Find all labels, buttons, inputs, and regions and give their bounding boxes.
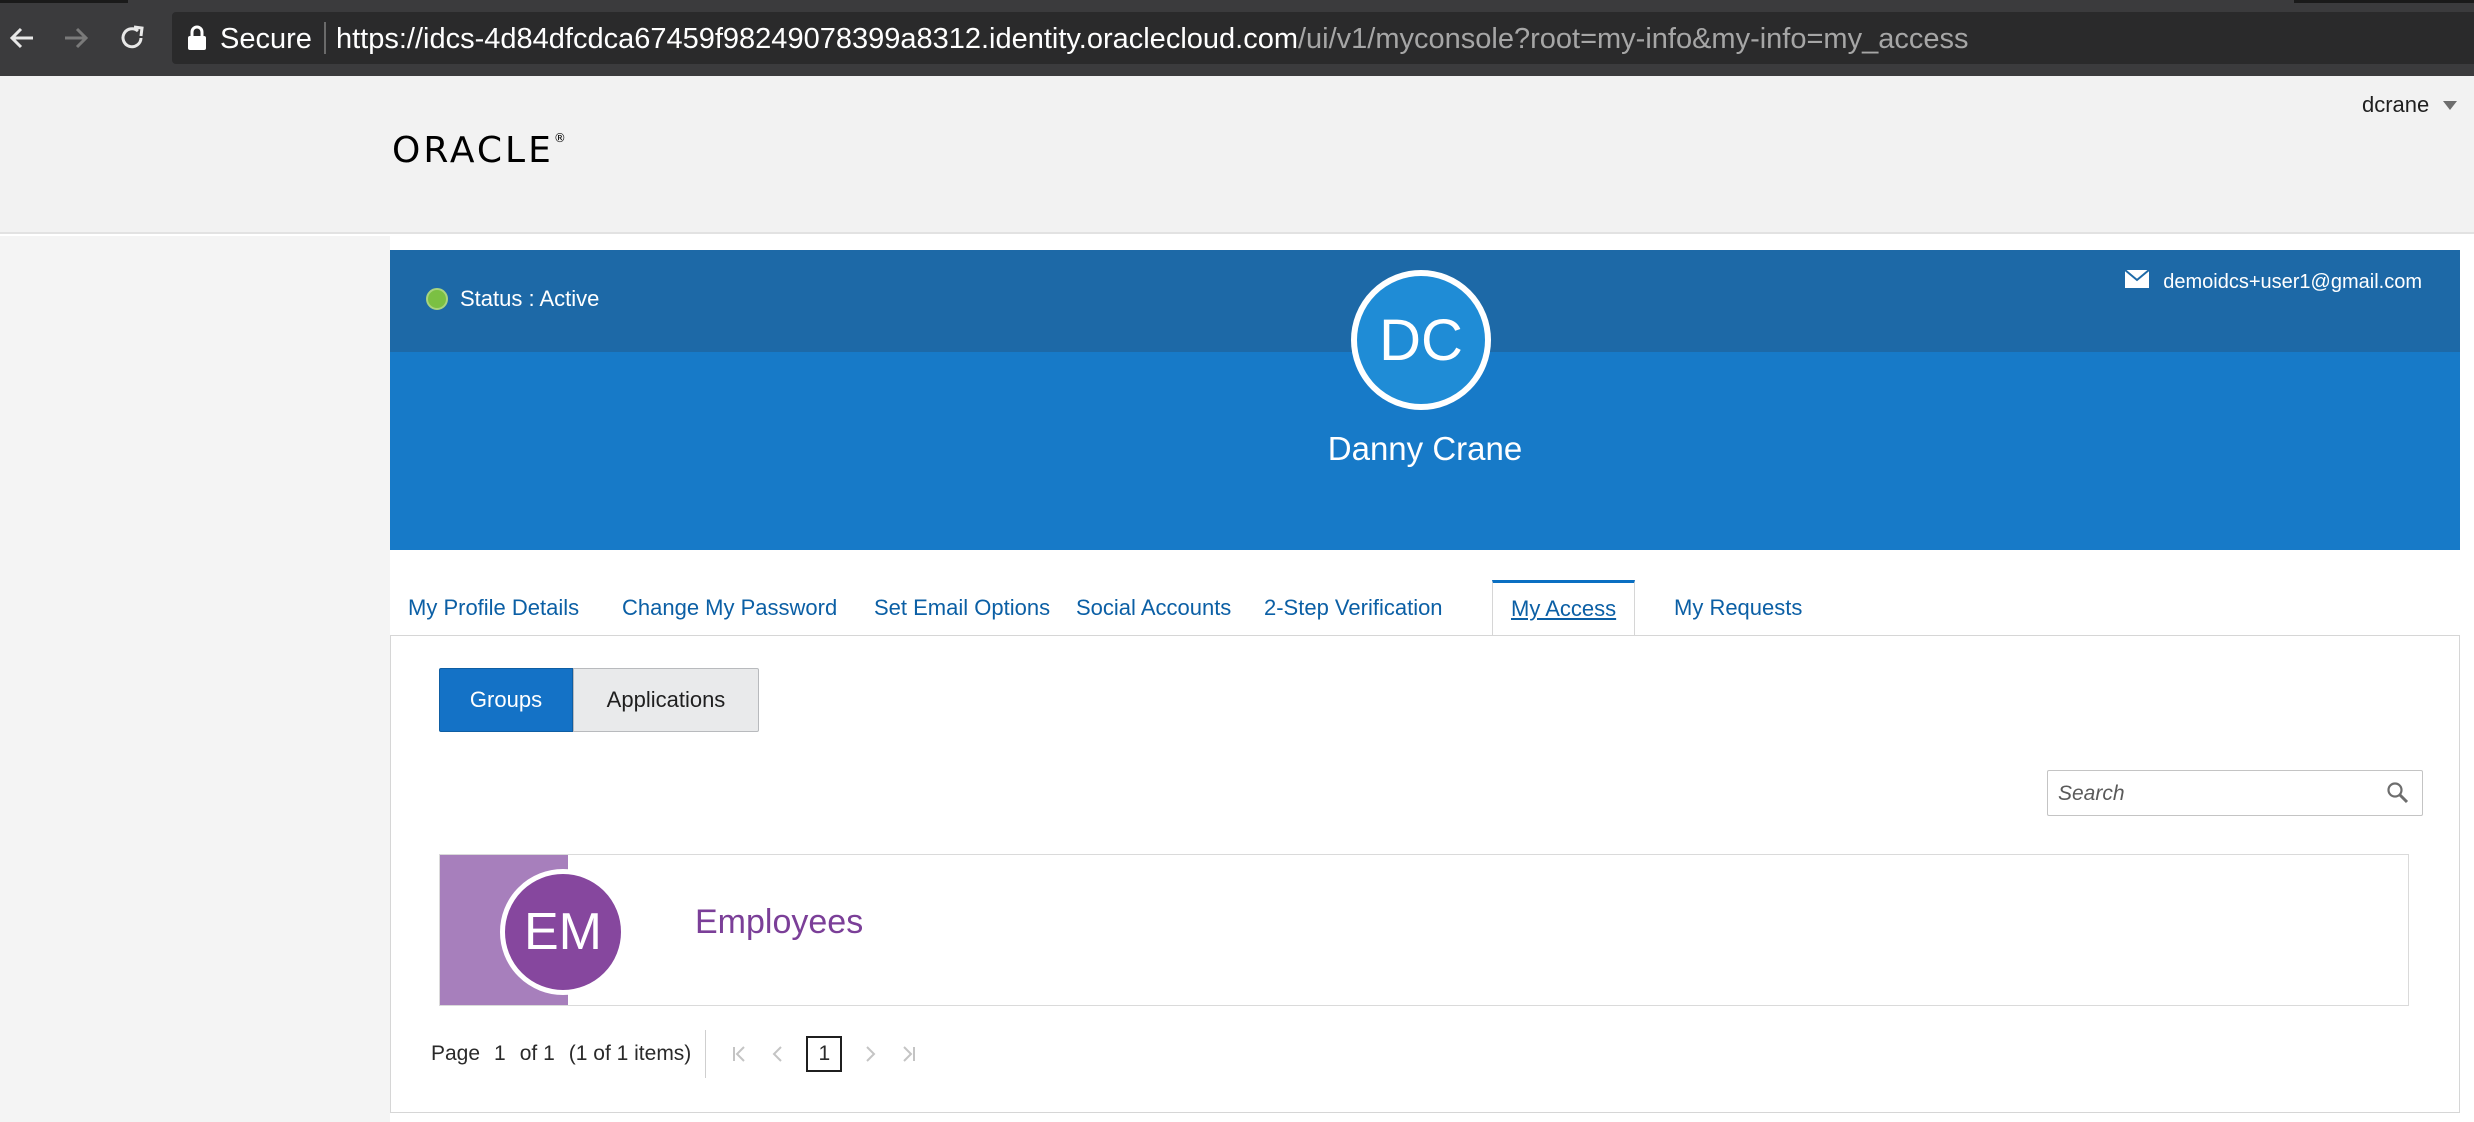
tab-my-access[interactable]: My Access <box>1492 580 1636 638</box>
first-page-icon[interactable] <box>726 1037 752 1071</box>
avatar-initials: DC <box>1379 307 1463 373</box>
page-number-button[interactable]: 1 <box>806 1036 843 1072</box>
tab-2-step-verification[interactable]: 2-Step Verification <box>1246 580 1461 636</box>
avatar: DC <box>1351 270 1491 410</box>
email-text: demoidcs+user1@gmail.com <box>2163 270 2422 293</box>
browser-toolbar: Secure https://idcs-4d84dfcdca67459f9824… <box>0 0 2474 76</box>
next-page-icon[interactable] <box>858 1037 884 1071</box>
lock-icon <box>186 25 208 56</box>
logo-text: ORACLE <box>392 130 554 171</box>
list-item[interactable]: EM Employees <box>439 854 2409 1006</box>
page-total: of 1 <box>519 1042 555 1065</box>
side-panel <box>0 236 390 1122</box>
profile-banner: Status : Active demoidcs+user1@gmail.com… <box>390 250 2460 550</box>
oracle-logo[interactable]: ORACLE® <box>392 130 566 171</box>
profile-email: demoidcs+user1@gmail.com <box>2124 269 2422 294</box>
last-page-icon[interactable] <box>896 1037 922 1071</box>
search-input[interactable] <box>2058 777 2378 811</box>
forward-icon[interactable] <box>56 18 96 58</box>
current-page-input[interactable]: 1 <box>494 1042 506 1066</box>
my-access-panel: Groups Applications EM Employees Page 1 … <box>390 635 2460 1113</box>
status-label: Status : Active <box>460 286 600 311</box>
search-icon[interactable] <box>2386 781 2410 810</box>
user-menu[interactable]: dcrane <box>2362 92 2458 118</box>
status-dot-icon <box>426 288 448 310</box>
search-box <box>2047 770 2423 816</box>
url-path: /ui/v1/myconsole?root=my-info&my-info=my… <box>1297 23 1969 55</box>
tab-strip-edge-right <box>2294 0 2474 3</box>
url-host: https://idcs-4d84dfcdca67459f98249078399… <box>336 23 1298 55</box>
tab-my-profile-details[interactable]: My Profile Details <box>390 580 597 636</box>
logo-mark: ® <box>553 131 566 145</box>
pagination: Page 1 of 1 (1 of 1 items) 1 <box>431 1030 928 1078</box>
applications-toggle-button[interactable]: Applications <box>573 668 759 732</box>
app-header: ORACLE® dcrane <box>0 76 2474 234</box>
url-separator <box>324 22 326 54</box>
items-count: (1 of 1 items) <box>568 1042 692 1065</box>
previous-page-icon[interactable] <box>764 1037 790 1071</box>
tab-set-email-options[interactable]: Set Email Options <box>856 580 1068 636</box>
group-name[interactable]: Employees <box>695 903 863 942</box>
group-avatar: EM <box>500 869 626 995</box>
username: dcrane <box>2362 92 2430 117</box>
pager-divider <box>705 1030 707 1078</box>
reload-icon[interactable] <box>112 18 152 58</box>
tab-strip-edge <box>0 0 128 3</box>
group-initials: EM <box>524 903 602 961</box>
page-label: Page <box>431 1042 481 1065</box>
back-icon[interactable] <box>2 18 42 58</box>
url-text[interactable]: https://idcs-4d84dfcdca67459f98249078399… <box>336 23 1968 56</box>
envelope-icon <box>2124 269 2150 294</box>
groups-toggle-button[interactable]: Groups <box>439 668 573 732</box>
status-indicator: Status : Active <box>426 286 599 312</box>
address-bar[interactable]: Secure https://idcs-4d84dfcdca67459f9824… <box>172 12 2474 64</box>
secure-label: Secure <box>220 23 312 55</box>
chevron-down-icon <box>2443 100 2458 110</box>
tab-social-accounts[interactable]: Social Accounts <box>1058 580 1249 636</box>
profile-name: Danny Crane <box>1327 430 1523 467</box>
tab-change-my-password[interactable]: Change My Password <box>604 580 855 636</box>
tab-my-requests[interactable]: My Requests <box>1656 580 1820 636</box>
profile-tabs: My Profile Details Change My Password Se… <box>390 580 2460 638</box>
